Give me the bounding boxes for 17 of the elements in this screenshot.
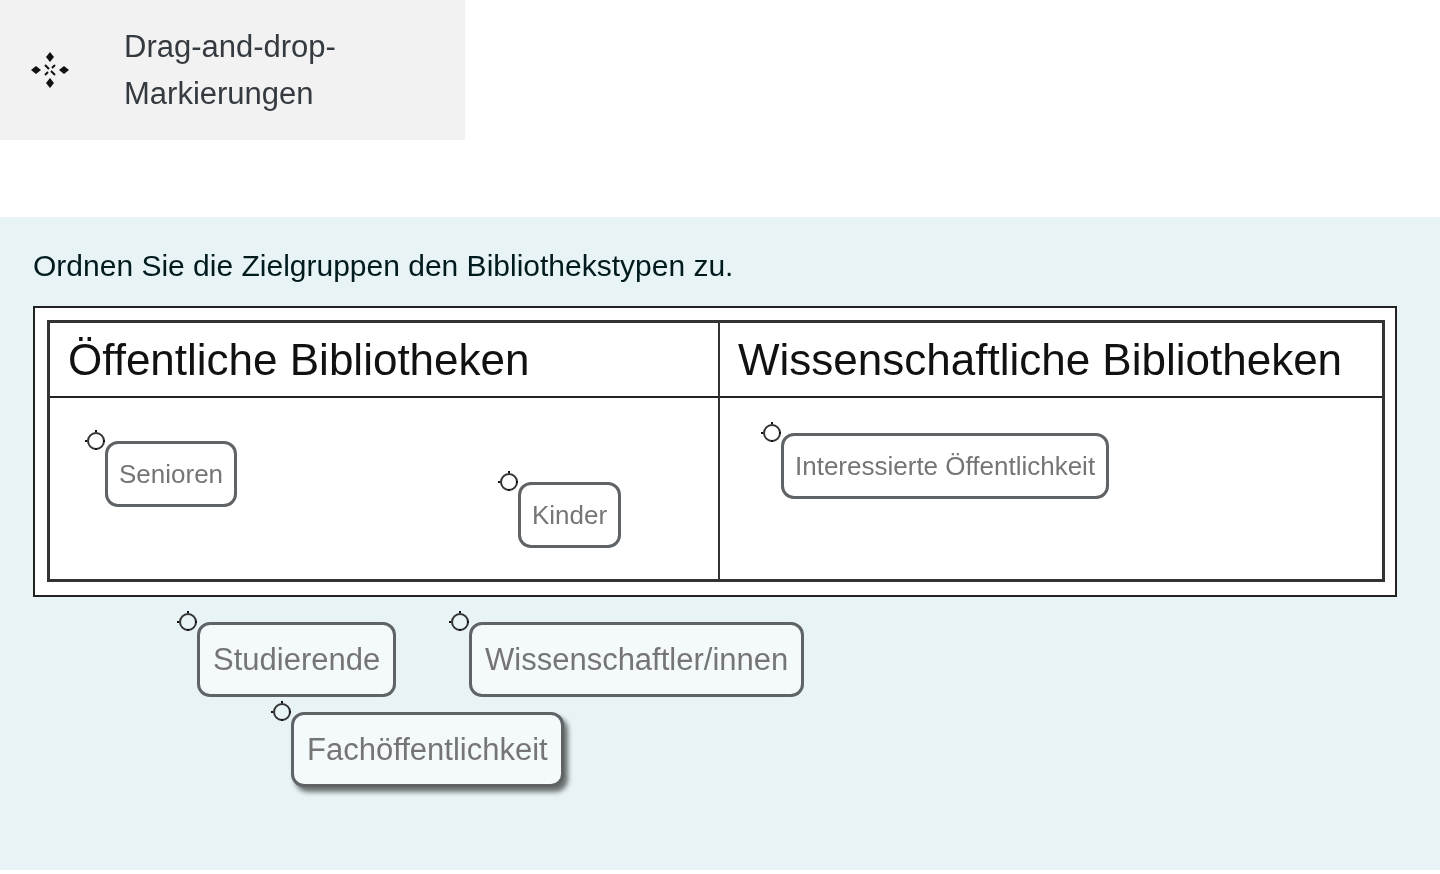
- question-type-name: Drag-and-drop-Markierungen: [124, 28, 337, 113]
- column-heading: Wissenschaftliche Bibliotheken: [738, 334, 1343, 385]
- crosshair-icon: [761, 422, 783, 444]
- crosshair-icon: [449, 611, 471, 633]
- drag-marker[interactable]: Senioren: [105, 441, 238, 507]
- question-text: Ordnen Sie die Zielgruppen den Bibliothekstypen zu.: [33, 248, 735, 284]
- drag-marker[interactable]: Studierende: [197, 622, 397, 697]
- drag-marker[interactable]: Fachöffentlichkeit: [291, 712, 564, 787]
- crosshair-icon: [177, 611, 199, 633]
- move-arrows-icon: [31, 52, 69, 88]
- drag-marker[interactable]: Wissenschaftler/innen: [469, 622, 805, 697]
- column-heading: Öffentliche Bibliotheken: [68, 334, 530, 385]
- crosshair-icon: [85, 430, 107, 452]
- crosshair-icon: [498, 471, 520, 493]
- drag-marker[interactable]: Kinder: [518, 482, 622, 548]
- crosshair-icon: [271, 701, 293, 723]
- drag-marker[interactable]: Interessierte Öffentlichkeit: [781, 433, 1110, 499]
